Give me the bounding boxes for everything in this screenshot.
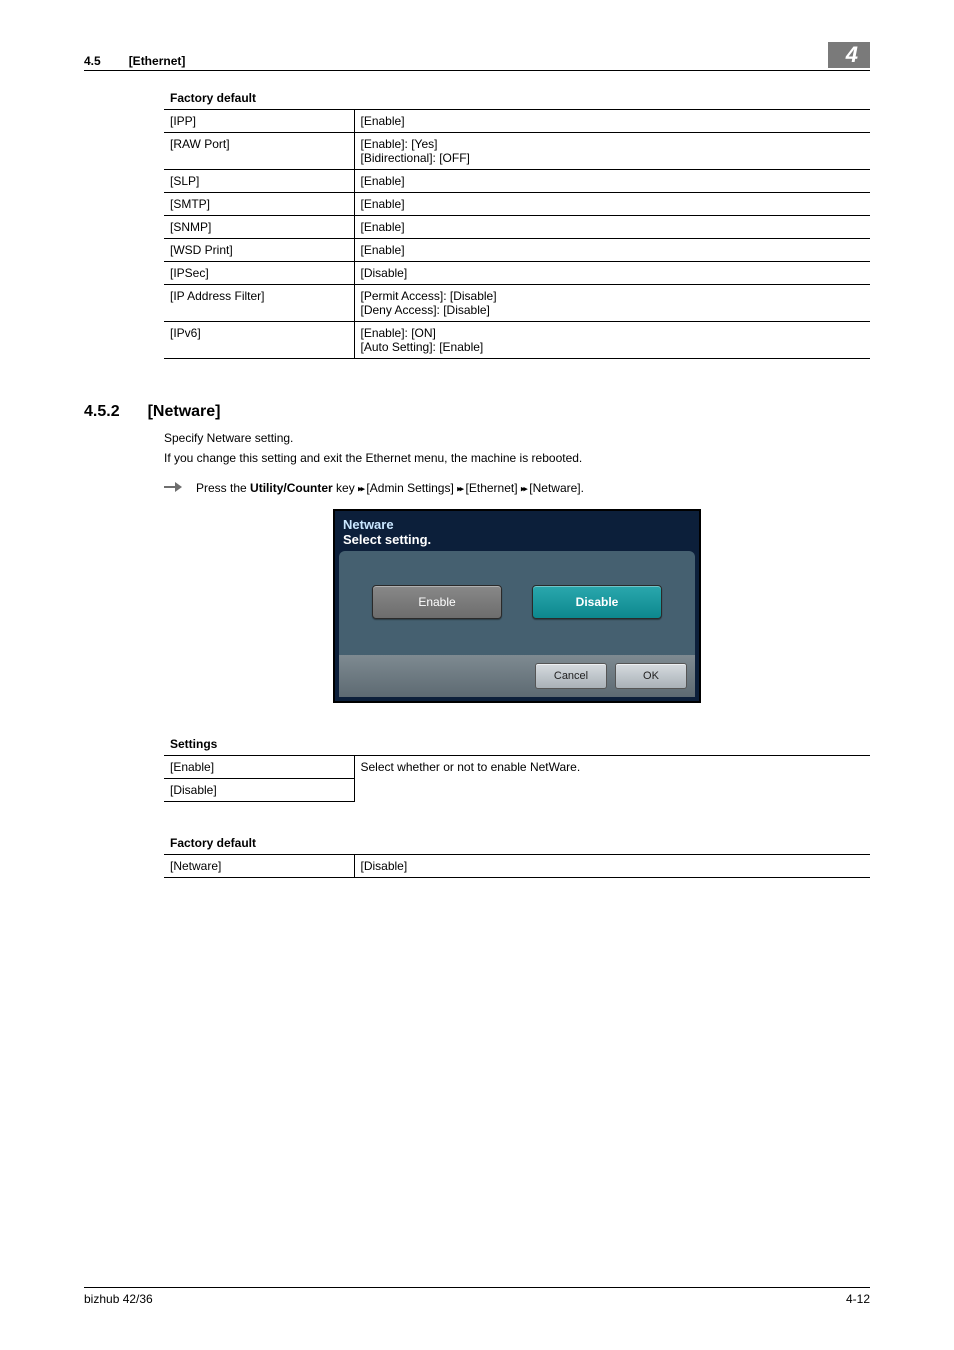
table-row: [Netware][Disable]	[164, 855, 870, 878]
table-row: [RAW Port][Enable]: [Yes][Bidirectional]…	[164, 133, 870, 170]
table-cell-key: [SMTP]	[164, 193, 354, 216]
factory-default-1-table: [IPP][Enable][RAW Port][Enable]: [Yes][B…	[164, 109, 870, 359]
device-screenshot: Netware Select setting. Enable Disable C…	[164, 509, 870, 703]
factory-default-1-caption: Factory default	[164, 91, 870, 109]
table-cell-key: [RAW Port]	[164, 133, 354, 170]
table-cell-value: [Enable]	[354, 110, 870, 133]
settings-table: [Enable]Select whether or not to enable …	[164, 755, 870, 802]
table-cell-key: [Netware]	[164, 855, 354, 878]
table-cell-key: [Enable]	[164, 756, 354, 779]
step-text: Press the Utility/Counter key ▸▸ [Admin …	[196, 481, 584, 495]
table-row: [IPP][Enable]	[164, 110, 870, 133]
footer-right: 4-12	[846, 1292, 870, 1306]
page-footer: bizhub 42/36 4-12	[84, 1287, 870, 1306]
cancel-button[interactable]: Cancel	[535, 663, 607, 689]
factory-default-2-table: [Netware][Disable]	[164, 854, 870, 878]
table-row: [IPv6][Enable]: [ON][Auto Setting]: [Ena…	[164, 322, 870, 359]
table-cell-value: [Disable]	[354, 855, 870, 878]
table-cell-value: [Enable]	[354, 216, 870, 239]
section-num: 4.5.2	[84, 403, 120, 421]
table-row: [SMTP][Enable]	[164, 193, 870, 216]
device-subtitle: Select setting.	[335, 532, 699, 551]
disable-button[interactable]: Disable	[532, 585, 662, 619]
section-para-2: If you change this setting and exit the …	[164, 451, 870, 465]
table-cell-value: [Enable]	[354, 193, 870, 216]
table-cell-key: [SLP]	[164, 170, 354, 193]
header-section-num: 4.5	[84, 54, 101, 68]
table-row: [WSD Print][Enable]	[164, 239, 870, 262]
table-cell-key: [Disable]	[164, 779, 354, 802]
table-cell-value: [Enable]	[354, 239, 870, 262]
footer-left: bizhub 42/36	[84, 1292, 153, 1306]
enable-button[interactable]: Enable	[372, 585, 502, 619]
section-para-1: Specify Netware setting.	[164, 431, 870, 445]
ok-button[interactable]: OK	[615, 663, 687, 689]
device-title: Netware	[335, 511, 699, 532]
settings-caption: Settings	[164, 737, 870, 755]
table-row: [SLP][Enable]	[164, 170, 870, 193]
table-row: [IP Address Filter][Permit Access]: [Dis…	[164, 285, 870, 322]
step-row: Press the Utility/Counter key ▸▸ [Admin …	[164, 481, 870, 495]
chapter-badge: 4	[828, 42, 870, 68]
table-row: [SNMP][Enable]	[164, 216, 870, 239]
section-heading: 4.5.2 [Netware]	[84, 403, 870, 421]
section-title: [Netware]	[148, 403, 221, 421]
factory-default-2-caption: Factory default	[164, 836, 870, 854]
table-cell-key: [WSD Print]	[164, 239, 354, 262]
table-cell-value: [Enable]: [Yes][Bidirectional]: [OFF]	[354, 133, 870, 170]
table-cell-key: [IPSec]	[164, 262, 354, 285]
table-cell-key: [SNMP]	[164, 216, 354, 239]
table-row: [Enable]Select whether or not to enable …	[164, 756, 870, 779]
table-cell-value: [Enable]	[354, 170, 870, 193]
page-header: 4.5 [Ethernet] 4	[84, 42, 870, 71]
arrow-right-icon	[164, 481, 182, 493]
table-cell-key: [IPv6]	[164, 322, 354, 359]
header-section-title: [Ethernet]	[129, 54, 186, 68]
table-cell-value: Select whether or not to enable NetWare.	[354, 756, 870, 802]
table-cell-value: [Disable]	[354, 262, 870, 285]
table-cell-key: [IPP]	[164, 110, 354, 133]
table-row: [IPSec][Disable]	[164, 262, 870, 285]
table-cell-value: [Enable]: [ON][Auto Setting]: [Enable]	[354, 322, 870, 359]
table-cell-value: [Permit Access]: [Disable][Deny Access]:…	[354, 285, 870, 322]
table-cell-key: [IP Address Filter]	[164, 285, 354, 322]
